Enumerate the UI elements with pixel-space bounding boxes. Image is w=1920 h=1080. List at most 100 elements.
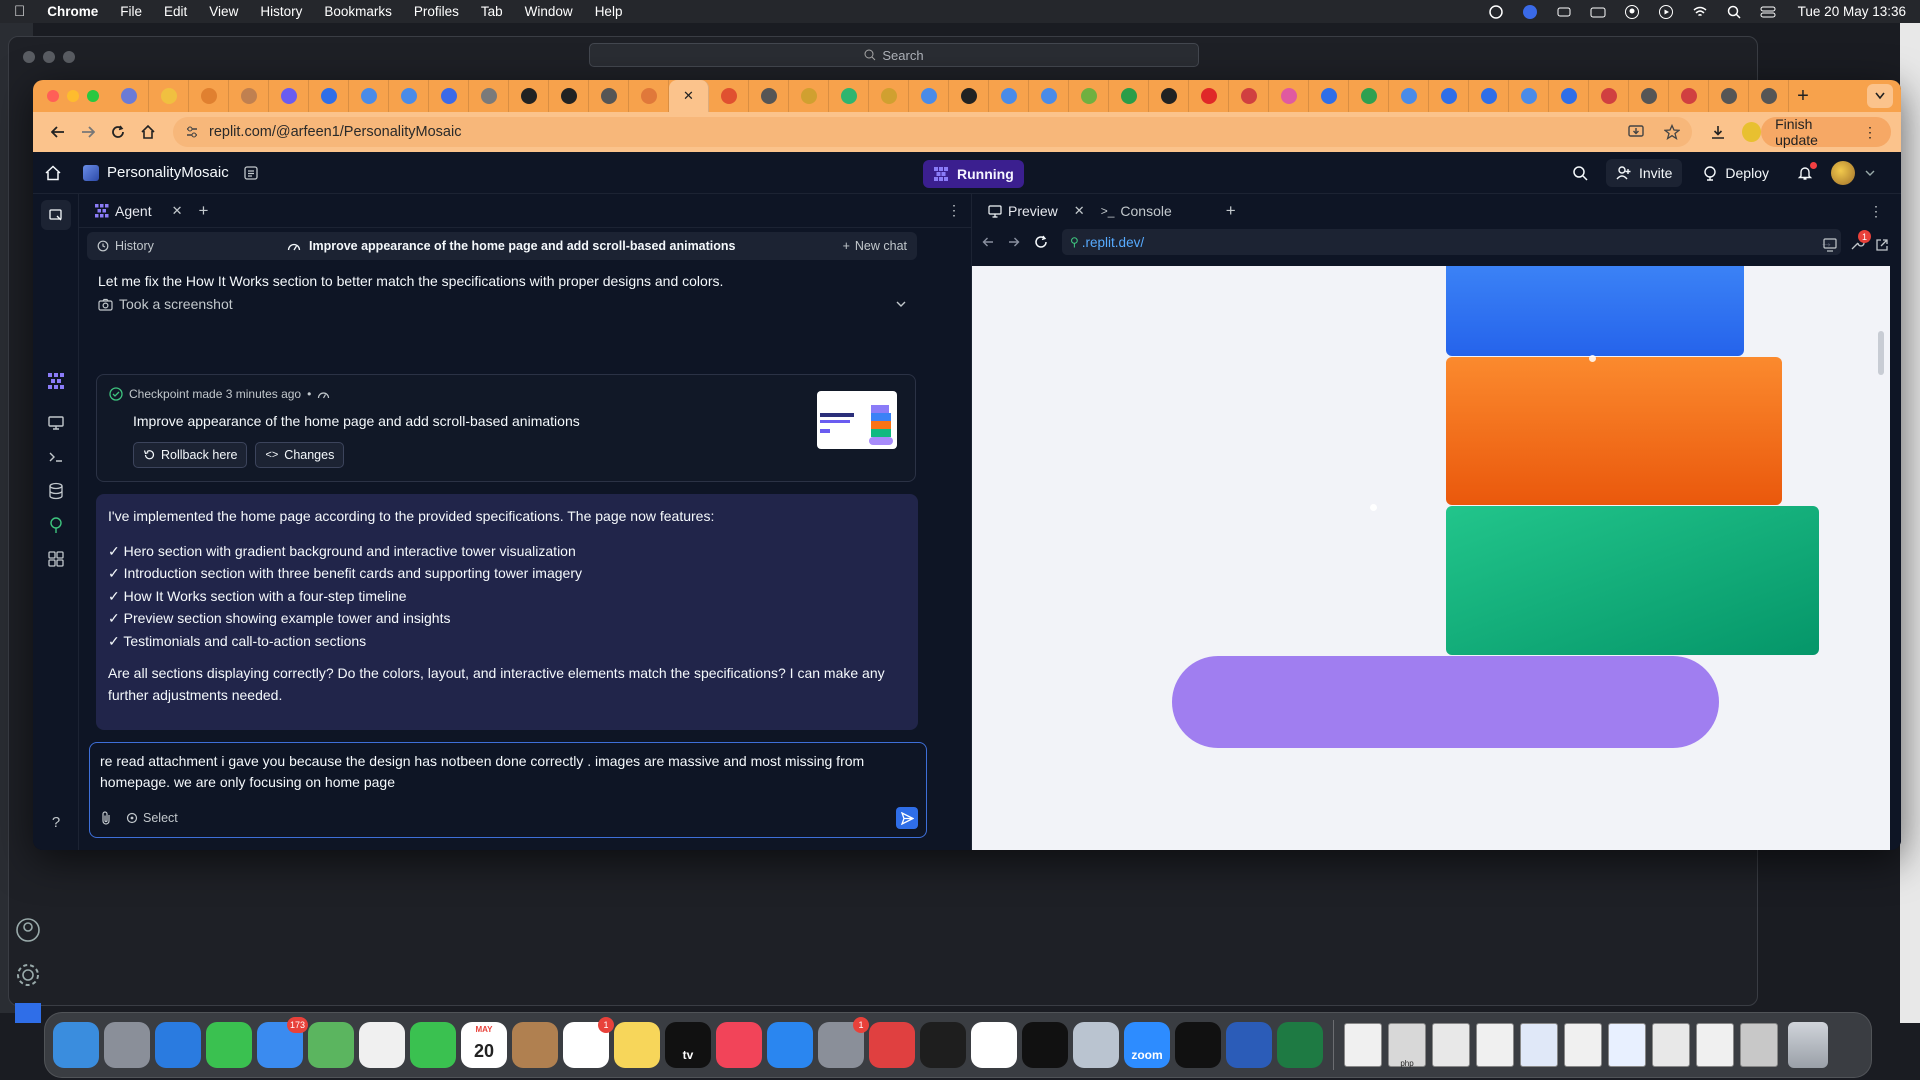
gear-icon[interactable] <box>15 962 41 988</box>
add-tab-icon[interactable]: + <box>1226 201 1236 221</box>
recent-document-icon[interactable] <box>1564 1023 1602 1067</box>
devices-icon[interactable] <box>1823 238 1839 252</box>
back-arrow-icon[interactable] <box>43 125 73 139</box>
browser-tab[interactable] <box>1429 80 1469 112</box>
finish-update-button[interactable]: Finish update ⋮ <box>1761 116 1891 148</box>
remote-indicator[interactable] <box>15 1003 41 1023</box>
browser-tab[interactable] <box>629 80 669 112</box>
browser-tab[interactable] <box>1469 80 1509 112</box>
rollback-button[interactable]: Rollback here <box>133 442 248 468</box>
search-icon[interactable] <box>1564 165 1596 181</box>
chevron-down-icon[interactable] <box>1865 169 1875 177</box>
browser-tab[interactable] <box>1709 80 1749 112</box>
secrets-icon[interactable] <box>47 516 65 534</box>
menu-bookmarks[interactable]: Bookmarks <box>324 4 392 19</box>
browser-tab[interactable] <box>1189 80 1229 112</box>
apple-icon[interactable]:  <box>14 3 25 20</box>
browser-tab[interactable] <box>869 80 909 112</box>
browser-tab[interactable] <box>109 80 149 112</box>
home-icon[interactable] <box>45 164 61 181</box>
browser-tab[interactable] <box>989 80 1029 112</box>
browser-tab[interactable] <box>469 80 509 112</box>
search-icon[interactable] <box>1726 4 1742 20</box>
forward-arrow-icon[interactable] <box>73 125 103 139</box>
select-element-button[interactable]: Select <box>126 811 178 825</box>
close-tab-icon[interactable]: ✕ <box>1074 203 1085 219</box>
browser-tab[interactable] <box>1109 80 1149 112</box>
appstore-icon[interactable] <box>767 1022 813 1068</box>
changes-button[interactable]: <> Changes <box>255 442 345 468</box>
menu-edit[interactable]: Edit <box>164 4 187 19</box>
pane-menu-icon[interactable]: ⋮ <box>947 202 961 219</box>
reload-icon[interactable] <box>1034 235 1048 249</box>
checkpoint-thumbnail[interactable] <box>817 391 897 449</box>
recent-document-icon[interactable] <box>1344 1023 1382 1067</box>
browser-tab[interactable] <box>1669 80 1709 112</box>
open-new-tab-icon[interactable] <box>1875 238 1889 252</box>
photos-icon[interactable] <box>359 1022 405 1068</box>
browser-tab[interactable] <box>709 80 749 112</box>
attach-paperclip-icon[interactable] <box>100 811 112 825</box>
clock[interactable]: Tue 20 May 13:36 <box>1798 4 1906 19</box>
chat-input-text[interactable]: re read attachment i gave you because th… <box>100 751 900 793</box>
menu-history[interactable]: History <box>260 4 302 19</box>
browser-tab[interactable] <box>909 80 949 112</box>
calendar-icon[interactable]: 20 MAY <box>461 1022 507 1068</box>
chatgpt-icon[interactable] <box>1175 1022 1221 1068</box>
minimize-window-button[interactable] <box>67 90 79 102</box>
terminal-icon[interactable] <box>1022 1022 1068 1068</box>
browser-tab[interactable] <box>229 80 269 112</box>
browser-tab[interactable] <box>749 80 789 112</box>
recent-document-icon[interactable] <box>1432 1023 1470 1067</box>
menu-tab[interactable]: Tab <box>481 4 503 19</box>
browser-tab[interactable] <box>1149 80 1189 112</box>
browser-tab[interactable] <box>149 80 189 112</box>
browser-tab[interactable] <box>1349 80 1389 112</box>
profile-extension-icon[interactable] <box>1741 122 1762 142</box>
browser-tab[interactable] <box>189 80 229 112</box>
notes-icon[interactable] <box>614 1022 660 1068</box>
close-tab-icon[interactable]: ✕ <box>681 88 697 104</box>
tower-block-green[interactable] <box>1446 506 1819 655</box>
play-icon[interactable] <box>1658 4 1674 20</box>
utility-icon[interactable] <box>1073 1022 1119 1068</box>
recent-document-icon[interactable] <box>1520 1023 1558 1067</box>
browser-tab[interactable] <box>1629 80 1669 112</box>
help-icon[interactable]: ? <box>47 814 65 832</box>
deploy-button[interactable]: Deploy <box>1692 159 1779 187</box>
invite-button[interactable]: Invite <box>1605 159 1683 187</box>
safari-icon[interactable] <box>155 1022 201 1068</box>
menu-view[interactable]: View <box>209 4 238 19</box>
zoom-status-icon[interactable] <box>1522 4 1538 20</box>
send-button[interactable] <box>896 807 918 829</box>
recent-document-icon[interactable]: php <box>1388 1023 1426 1068</box>
close-dot[interactable] <box>23 51 35 63</box>
zoom-icon[interactable]: zoom <box>1124 1022 1170 1068</box>
settings-icon[interactable]: 1 <box>818 1017 869 1068</box>
browser-tab[interactable] <box>309 80 349 112</box>
command-search[interactable]: Search <box>589 43 1199 67</box>
keyboard-icon[interactable] <box>1590 4 1606 20</box>
maps-icon[interactable] <box>308 1022 354 1068</box>
browser-tab[interactable] <box>509 80 549 112</box>
notifications-bell-icon[interactable] <box>1789 162 1821 181</box>
active-tab[interactable]: ✕ <box>669 80 709 112</box>
tower-block-orange[interactable] <box>1446 357 1782 505</box>
control-center-icon[interactable] <box>1760 4 1776 20</box>
recent-document-icon[interactable] <box>1740 1023 1778 1067</box>
browser-tab[interactable] <box>589 80 629 112</box>
appletv-icon[interactable]: tv <box>665 1022 711 1068</box>
recent-document-icon[interactable] <box>1608 1023 1646 1067</box>
bookmark-star-icon[interactable] <box>1663 124 1680 140</box>
tab-agent[interactable]: Agent ✕ <box>87 194 191 228</box>
wifi-icon[interactable] <box>1692 4 1708 20</box>
home-icon[interactable] <box>133 125 163 139</box>
history-button[interactable]: History <box>97 239 154 253</box>
run-status-button[interactable]: Running <box>923 160 1024 188</box>
preview-monitor-icon[interactable] <box>47 414 65 432</box>
browser-tab[interactable] <box>349 80 389 112</box>
browser-tab[interactable] <box>1389 80 1429 112</box>
recent-document-icon[interactable] <box>1476 1023 1514 1067</box>
new-tab-button[interactable]: + <box>1789 85 1817 108</box>
browser-tab[interactable] <box>1589 80 1629 112</box>
